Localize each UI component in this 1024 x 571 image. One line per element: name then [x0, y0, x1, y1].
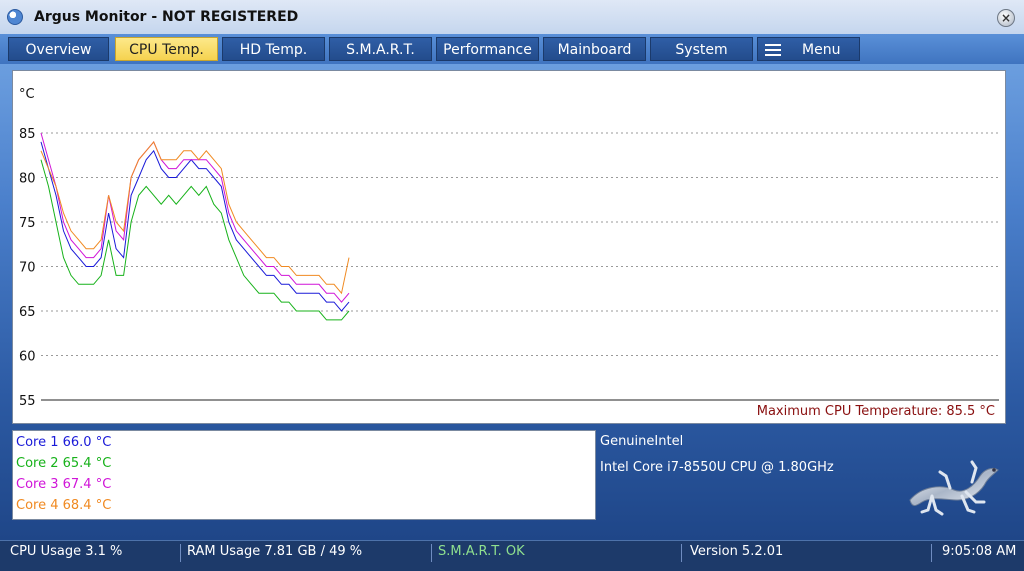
tab-bar: Overview CPU Temp. HD Temp. S.M.A.R.T. P… — [0, 34, 1024, 64]
main-panel: 85 80 75 70 65 60 55 °C Maximum CPU Temperatur… — [0, 64, 1024, 540]
core-3-temperature: Core 3 67.4 °C — [16, 477, 112, 492]
cpu-model: Intel Core i7-8550U CPU @ 1.80GHz — [600, 460, 834, 475]
status-divider — [431, 544, 432, 562]
tab-system[interactable]: System — [650, 37, 753, 61]
title-bar: Argus Monitor - NOT REGISTERED × — [0, 0, 1024, 35]
version-status: Version 5.2.01 — [690, 544, 784, 559]
cpu-vendor: GenuineIntel — [600, 434, 684, 449]
tab-menu[interactable]: Menu — [757, 37, 860, 61]
y-tick-label: 80 — [19, 172, 36, 187]
series-line-core-2 — [40, 159, 350, 321]
hamburger-menu-icon — [765, 44, 781, 56]
close-button[interactable]: × — [997, 9, 1015, 27]
y-axis-unit-label: °C — [19, 87, 35, 102]
status-bar: CPU Usage 3.1 % RAM Usage 7.81 GB / 49 %… — [0, 540, 1024, 571]
max-cpu-temperature: Maximum CPU Temperature: 85.5 °C — [756, 404, 995, 419]
core-temperature-list: Core 1 66.0 °C Core 2 65.4 °C Core 3 67.… — [12, 430, 596, 520]
y-tick-label: 70 — [19, 261, 36, 276]
tab-hd-temp[interactable]: HD Temp. — [222, 37, 325, 61]
gecko-logo-icon — [909, 460, 999, 516]
core-4-temperature: Core 4 68.4 °C — [16, 498, 112, 513]
cpu-usage-status: CPU Usage 3.1 % — [10, 544, 123, 559]
ram-usage-status: RAM Usage 7.81 GB / 49 % — [187, 544, 363, 559]
tab-overview[interactable]: Overview — [8, 37, 109, 61]
y-tick-label: 65 — [19, 305, 36, 320]
y-tick-label: 60 — [19, 350, 36, 365]
core-1-temperature: Core 1 66.0 °C — [16, 435, 112, 450]
tab-smart[interactable]: S.M.A.R.T. — [329, 37, 432, 61]
series-line-core-1 — [40, 141, 350, 312]
tab-menu-label: Menu — [802, 42, 841, 58]
window-title: Argus Monitor - NOT REGISTERED — [34, 9, 299, 25]
smart-status: S.M.A.R.T. OK — [438, 544, 525, 559]
app-logo-icon — [7, 9, 23, 25]
tab-cpu-temp[interactable]: CPU Temp. — [115, 37, 218, 61]
clock-status: 9:05:08 AM — [942, 544, 1017, 559]
status-divider — [931, 544, 932, 562]
y-tick-label: 55 — [19, 394, 36, 409]
temperature-chart: 85 80 75 70 65 60 55 °C Maximum CPU Temperatur… — [12, 70, 1006, 424]
series-line-core-3 — [40, 132, 350, 303]
tab-performance[interactable]: Performance — [436, 37, 539, 61]
status-divider — [180, 544, 181, 562]
temperature-chart-svg: 85 80 75 70 65 60 55 °C — [19, 87, 999, 409]
y-tick-label: 85 — [19, 127, 36, 142]
y-tick-label: 75 — [19, 216, 36, 231]
core-2-temperature: Core 2 65.4 °C — [16, 456, 112, 471]
status-divider — [681, 544, 682, 562]
tab-mainboard[interactable]: Mainboard — [543, 37, 646, 61]
